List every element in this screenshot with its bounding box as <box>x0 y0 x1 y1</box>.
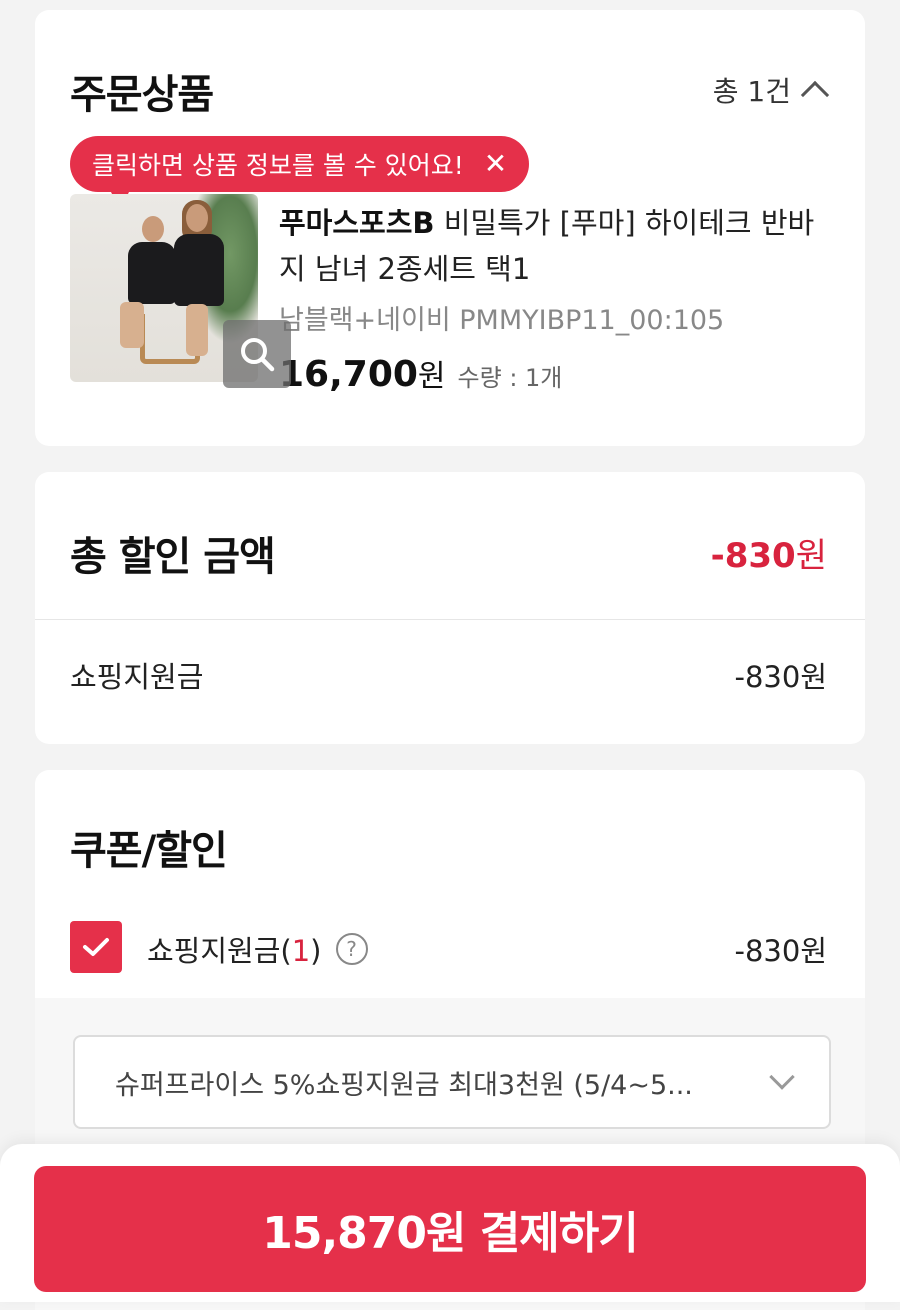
close-icon[interactable]: ✕ <box>484 150 507 178</box>
coupon-select-value: 슈퍼프라이스 5%쇼핑지원금 최대3천원 (5/4~5... <box>115 1069 693 1101</box>
payment-bar: 15,870원 결제하기 <box>0 1144 900 1302</box>
discount-total-unit: 원 <box>795 536 827 576</box>
coupon-item-value: -830원 <box>734 934 828 968</box>
product-quantity: 수량 : 1개 <box>457 364 563 392</box>
order-count: 총 1건 <box>712 75 791 108</box>
coupon-item-label: 쇼핑지원금(1) ? <box>147 928 368 970</box>
zoom-icon[interactable] <box>223 320 291 388</box>
pay-button[interactable]: 15,870원 결제하기 <box>34 1166 866 1292</box>
help-icon[interactable]: ? <box>335 933 368 965</box>
coupon-select[interactable]: 슈퍼프라이스 5%쇼핑지원금 최대3천원 (5/4~5... <box>73 1035 831 1129</box>
price-unit: 원 <box>417 359 446 394</box>
chevron-down-icon <box>769 1064 795 1090</box>
product-price-row: 16,700원 수량 : 1개 <box>279 351 839 395</box>
discount-total: -830원 <box>711 528 827 577</box>
shopping-credit-label: 쇼핑지원금 <box>70 660 204 694</box>
shopping-credit-value: -830원 <box>734 660 828 694</box>
coupon-title: 쿠폰/할인 <box>70 828 228 874</box>
shopping-credit-checkbox[interactable] <box>70 921 122 973</box>
product-info[interactable]: 푸마스포츠B 비밀특가 [푸마] 하이테크 반바지 남녀 2종세트 택1 남블랙… <box>279 200 839 395</box>
discount-title: 총 할인 금액 <box>70 534 276 580</box>
chevron-up-icon <box>800 80 830 110</box>
price-number: 16,700 <box>279 354 418 395</box>
discount-card: 총 할인 금액 -830원 쇼핑지원금 -830원 <box>35 472 865 744</box>
order-title: 주문상품 <box>70 72 214 118</box>
order-items-card: 주문상품 총 1건 클릭하면 상품 정보를 볼 수 있어요! ✕ 푸마스포츠B … <box>35 10 865 446</box>
coupon-item-text: 쇼핑지원금(1) <box>147 934 322 968</box>
discount-total-amount: -830 <box>710 536 796 576</box>
order-collapse-toggle[interactable]: 총 1건 <box>712 70 830 110</box>
checkmark-icon <box>83 938 109 956</box>
divider <box>35 619 865 620</box>
product-option: 남블랙+네이비 PMMYIBP11_00:105 <box>279 305 725 336</box>
product-brand: 푸마스포츠B <box>279 206 435 240</box>
product-price: 16,700원 <box>279 351 446 395</box>
search-icon <box>241 338 275 372</box>
product-title: 푸마스포츠B 비밀특가 [푸마] 하이테크 반바지 남녀 2종세트 택1 <box>279 200 839 292</box>
product-info-tooltip: 클릭하면 상품 정보를 볼 수 있어요! ✕ <box>70 136 530 210</box>
tooltip-text: 클릭하면 상품 정보를 볼 수 있어요! <box>92 151 464 180</box>
coupon-item-count: 1 <box>291 934 311 968</box>
